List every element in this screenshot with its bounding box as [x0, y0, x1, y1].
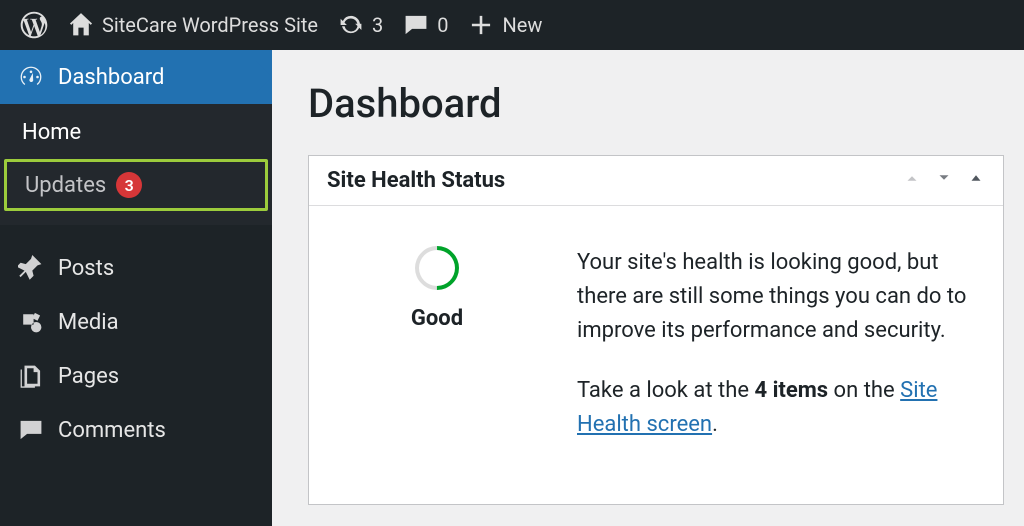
panel-toggle[interactable] — [967, 169, 985, 192]
health-line2-suffix: . — [712, 412, 718, 437]
comments-count: 0 — [437, 13, 448, 37]
media-icon — [18, 309, 44, 335]
refresh-icon — [338, 12, 364, 38]
panel-title: Site Health Status — [327, 168, 505, 193]
plus-icon — [468, 12, 494, 38]
site-name: SiteCare WordPress Site — [102, 13, 318, 37]
health-line2-prefix: Take a look at the — [577, 378, 754, 403]
health-status-text: Your site's health is looking good, but … — [577, 246, 975, 468]
chevron-down-icon — [935, 169, 953, 187]
admin-sidebar: Dashboard Home Updates 3 Posts Media Pag… — [0, 50, 272, 526]
new-label: New — [502, 13, 542, 37]
panel-move-up[interactable] — [903, 169, 921, 192]
health-line2-mid: on the — [828, 378, 900, 403]
sidebar-home-label: Home — [22, 120, 81, 145]
sidebar-item-posts[interactable]: Posts — [0, 241, 272, 295]
sidebar-comments-label: Comments — [58, 418, 166, 443]
sidebar-media-label: Media — [58, 310, 119, 335]
new-link[interactable]: New — [458, 12, 552, 38]
panel-controls — [903, 169, 985, 192]
sidebar-item-comments[interactable]: Comments — [0, 403, 272, 457]
site-home-link[interactable]: SiteCare WordPress Site — [58, 12, 328, 38]
health-gauge-icon — [406, 237, 468, 299]
sidebar-pages-label: Pages — [58, 364, 119, 389]
dashboard-icon — [18, 64, 44, 90]
panel-header: Site Health Status — [309, 156, 1003, 206]
sidebar-posts-label: Posts — [58, 256, 114, 281]
admin-bar: SiteCare WordPress Site 3 0 New — [0, 0, 1024, 50]
triangle-up-icon — [967, 169, 985, 187]
health-line2: Take a look at the 4 items on the Site H… — [577, 374, 975, 442]
sidebar-dashboard-label: Dashboard — [58, 65, 164, 90]
health-gauge-label: Good — [411, 306, 463, 331]
sidebar-subitem-updates[interactable]: Updates 3 — [4, 159, 268, 211]
pages-icon — [18, 363, 44, 389]
updates-link[interactable]: 3 — [328, 12, 393, 38]
comments-icon — [18, 417, 44, 443]
sidebar-submenu-dashboard: Home Updates 3 — [0, 104, 272, 225]
wordpress-logo[interactable] — [10, 11, 58, 39]
pin-icon — [18, 255, 44, 281]
sidebar-item-dashboard[interactable]: Dashboard — [0, 50, 272, 104]
site-health-panel: Site Health Status Good Your site's heal… — [308, 155, 1004, 505]
comments-link[interactable]: 0 — [393, 12, 458, 38]
health-gauge-wrap: Good — [337, 246, 537, 468]
main-content: Dashboard Site Health Status Good Your s… — [272, 50, 1024, 526]
panel-move-down[interactable] — [935, 169, 953, 192]
health-line1: Your site's health is looking good, but … — [577, 246, 975, 348]
home-icon — [68, 12, 94, 38]
page-title: Dashboard — [308, 80, 1004, 127]
updates-badge: 3 — [116, 172, 142, 198]
chevron-up-icon — [903, 169, 921, 187]
sidebar-item-pages[interactable]: Pages — [0, 349, 272, 403]
comment-icon — [403, 12, 429, 38]
health-items-count: 4 items — [754, 378, 828, 403]
updates-count: 3 — [372, 13, 383, 37]
wordpress-logo-icon — [20, 11, 48, 39]
panel-body: Good Your site's health is looking good,… — [309, 206, 1003, 504]
sidebar-updates-label: Updates — [25, 173, 106, 198]
sidebar-subitem-home[interactable]: Home — [0, 110, 272, 155]
sidebar-item-media[interactable]: Media — [0, 295, 272, 349]
